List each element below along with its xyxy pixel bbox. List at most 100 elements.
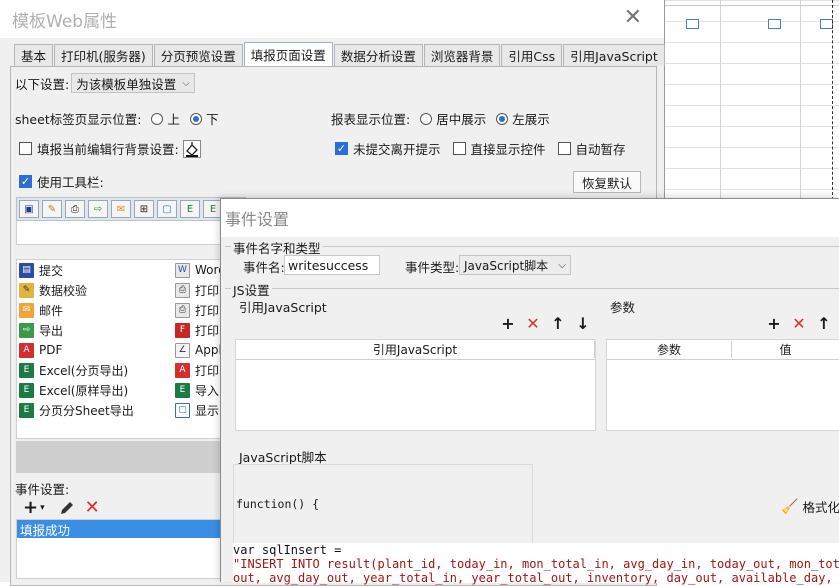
- flash-print-icon: F: [175, 322, 190, 338]
- tab-fill-page-settings[interactable]: 填报页面设置: [243, 42, 333, 66]
- broom-icon: 🧹: [781, 498, 799, 515]
- tab-page-preview[interactable]: 分页预览设置: [153, 44, 243, 66]
- event-type-label: 事件类型:: [403, 257, 462, 276]
- format-button[interactable]: 🧹 格式化: [781, 497, 839, 516]
- list-footer: [16, 441, 246, 473]
- auto-save-label: 自动暂存: [575, 142, 626, 157]
- list-item[interactable]: A 打印: [175, 360, 219, 380]
- radio-report-center[interactable]: [420, 112, 433, 125]
- delete-icon[interactable]: ✕: [525, 316, 541, 332]
- tree-icon[interactable]: ⊞: [134, 200, 154, 218]
- list-item[interactable]: E Excel(分页导出): [19, 360, 128, 380]
- list-item[interactable]: F 打印: [175, 320, 219, 340]
- tab-printer-server[interactable]: 打印机(服务器): [54, 44, 153, 66]
- radio-report-center-label: 居中展示: [436, 112, 487, 127]
- list-item[interactable]: ⇨ 导出: [19, 320, 63, 340]
- paint-bucket-icon[interactable]: [182, 139, 201, 158]
- delete-icon[interactable]: ✕: [791, 316, 807, 332]
- arrow-up-icon[interactable]: ↑: [816, 316, 832, 332]
- tab-bar: 基本 打印机(服务器) 分页预览设置 填报页面设置 数据分析设置 浏览器背景 引…: [14, 42, 666, 66]
- list-item[interactable]: A PDF: [19, 340, 62, 360]
- list-item[interactable]: ✎ 数据校验: [19, 280, 87, 300]
- list-item[interactable]: ▢ 显示: [175, 400, 219, 420]
- event-type-select[interactable]: JavaScript脚本 ⌵: [459, 255, 571, 275]
- print-icon: ⎙: [175, 282, 190, 298]
- pdf-print-icon: A: [175, 362, 190, 378]
- direct-show-control-checkbox[interactable]: [452, 142, 466, 155]
- tab-browser-background[interactable]: 浏览器背景: [423, 44, 501, 66]
- reference-js-label: 引用JavaScript: [237, 297, 329, 316]
- setting-scope-label: 以下设置:: [15, 76, 70, 92]
- save-icon[interactable]: ▣: [19, 200, 39, 218]
- column-header-reference-js: 引用JavaScript: [236, 341, 595, 358]
- code-line: var sqlInsert =: [233, 543, 342, 557]
- list-item[interactable]: ▤ 提交: [19, 260, 63, 280]
- list-item[interactable]: E 导入: [175, 380, 219, 400]
- event-toolbar: + ▾ ✕: [23, 497, 100, 518]
- edit-icon[interactable]: [59, 500, 75, 516]
- email-icon[interactable]: ✉: [111, 200, 131, 218]
- list-item[interactable]: W Word: [175, 260, 226, 280]
- excel-icon: E: [19, 362, 34, 378]
- chevron-down-icon: ⌵: [182, 77, 190, 89]
- use-toolbar-label: 使用工具栏:: [37, 175, 104, 190]
- delete-icon[interactable]: ✕: [85, 497, 100, 518]
- radio-sheet-top[interactable]: [151, 112, 164, 125]
- reset-default-button[interactable]: 恢复默认: [573, 171, 641, 193]
- auto-save-checkbox[interactable]: [557, 142, 571, 155]
- use-toolbar-checkbox[interactable]: ✓: [19, 175, 32, 188]
- list-item[interactable]: ✉ 邮件: [19, 300, 63, 320]
- email-icon: ✉: [19, 302, 34, 318]
- pdf-icon: A: [19, 342, 34, 358]
- list-item[interactable]: E 分页分Sheet导出: [19, 400, 134, 420]
- event-name-input[interactable]: writesuccess: [284, 255, 380, 275]
- event-list-item-selected[interactable]: 填报成功: [17, 520, 245, 538]
- params-table: 参数 值: [606, 339, 839, 431]
- arrow-up-icon[interactable]: ↑: [550, 316, 566, 332]
- frame-icon[interactable]: ▢: [157, 200, 177, 218]
- list-item[interactable]: ⎙ 打印: [175, 300, 219, 320]
- sheet-tab-position-label: sheet标签页显示位置:: [15, 112, 142, 127]
- close-icon[interactable]: ✕: [624, 7, 642, 29]
- display-icon: ▢: [175, 402, 190, 418]
- function-header-area: function() {: [233, 464, 533, 544]
- list-item[interactable]: ⎙ 打印: [175, 280, 219, 300]
- arrow-down-icon[interactable]: ↓: [575, 316, 591, 332]
- add-icon[interactable]: +: [23, 497, 38, 518]
- export-icon[interactable]: ⇨: [88, 200, 108, 218]
- cell-marker: [686, 19, 699, 29]
- function-signature: function() {: [236, 497, 320, 511]
- import-icon: E: [175, 382, 190, 398]
- excel-icon[interactable]: E: [180, 200, 200, 218]
- reference-js-table: 引用JavaScript: [235, 339, 596, 431]
- chevron-down-icon[interactable]: ▾: [40, 503, 45, 513]
- javascript-code-editor[interactable]: var sqlInsert = "INSERT INTO result(plan…: [233, 543, 839, 585]
- radio-sheet-bottom-label: 下: [205, 112, 219, 127]
- toolbar-preview: ▣ ✎ ⎙ ⇨ ✉ ⊞ ▢ E E: [16, 197, 246, 221]
- table-header: 参数 值: [607, 340, 839, 360]
- column-header-param: 参数: [607, 341, 732, 358]
- tab-reference-javascript[interactable]: 引用JavaScript: [563, 44, 665, 66]
- print-icon[interactable]: ⎙: [65, 200, 85, 218]
- column-header-value: 值: [779, 343, 792, 357]
- window-title: 事件设置: [221, 199, 839, 237]
- radio-sheet-top-label: 上: [167, 112, 180, 127]
- radio-sheet-bottom[interactable]: [189, 112, 202, 125]
- unsubmitted-prompt-label: 未提交离开提示: [353, 142, 441, 157]
- add-icon[interactable]: +: [766, 316, 782, 332]
- event-list: 填报成功: [16, 519, 246, 579]
- excel-icon: E: [19, 382, 34, 398]
- edit-icon[interactable]: ✎: [42, 200, 62, 218]
- add-icon[interactable]: +: [500, 316, 516, 332]
- unsubmitted-prompt-checkbox[interactable]: ✓: [335, 142, 348, 155]
- tab-data-analysis[interactable]: 数据分析设置: [333, 44, 423, 66]
- radio-report-left[interactable]: [496, 112, 509, 125]
- data-check-icon: ✎: [19, 282, 34, 298]
- fill-row-bg-checkbox[interactable]: [19, 142, 32, 155]
- params-toolbar: + ✕ ↑: [757, 316, 832, 332]
- tab-reference-css[interactable]: 引用Css: [501, 44, 563, 66]
- setting-scope-select[interactable]: 为该模板单独设置 ⌵: [71, 73, 195, 93]
- list-item[interactable]: E Excel(原样导出): [19, 380, 128, 400]
- tab-basic[interactable]: 基本: [14, 44, 54, 66]
- page-break-line: [832, 0, 833, 200]
